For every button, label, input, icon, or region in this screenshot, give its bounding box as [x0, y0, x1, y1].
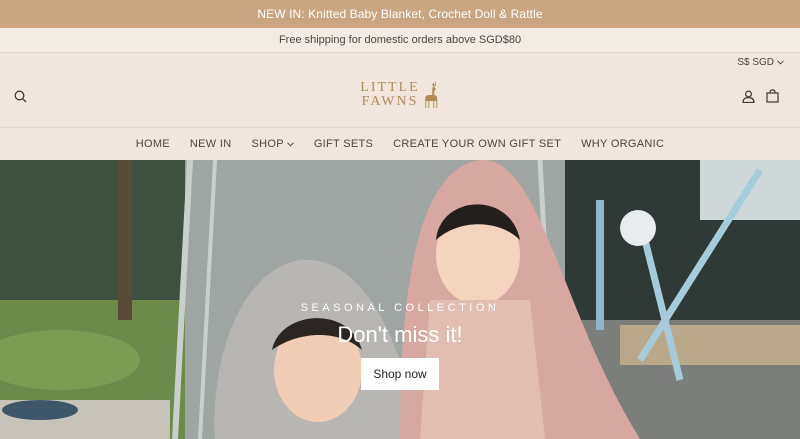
hero-banner[interactable]: SEASONAL COLLECTION Don't miss it! Shop …	[0, 160, 800, 439]
account-button[interactable]	[742, 90, 758, 106]
site-logo[interactable]: LITTLE FAWNS	[360, 81, 439, 109]
nav-item-why-organic[interactable]: WHY ORGANIC	[581, 138, 664, 150]
shipping-bar: Free shipping for domestic orders above …	[0, 28, 800, 53]
nav-item-create-gift-set[interactable]: CREATE YOUR OWN GIFT SET	[393, 138, 561, 150]
nav-item-shop[interactable]: SHOP	[251, 138, 294, 150]
nav-item-label[interactable]: NEW IN	[190, 138, 232, 150]
announcement-bar[interactable]: NEW IN: Knitted Baby Blanket, Crochet Do…	[0, 0, 800, 28]
fawn-logo-icon	[425, 82, 438, 108]
site-header: S$ SGD LITTLE FAWNS	[0, 53, 800, 127]
cart-button[interactable]	[766, 89, 782, 105]
nav-item-label[interactable]: GIFT SETS	[314, 138, 373, 150]
logo-text: LITTLE FAWNS	[360, 81, 419, 109]
search-button[interactable]	[14, 90, 30, 106]
main-navigation: HOME NEW IN SHOP GIFT SETS CREATE YOUR O…	[0, 127, 800, 160]
nav-item-label[interactable]: CREATE YOUR OWN GIFT SET	[393, 138, 561, 150]
nav-item-home[interactable]: HOME	[136, 138, 170, 150]
nav-item-label[interactable]: WHY ORGANIC	[581, 138, 664, 150]
nav-item-new-in[interactable]: NEW IN	[190, 138, 232, 150]
currency-label[interactable]: S$ SGD	[737, 57, 774, 68]
currency-selector[interactable]: S$ SGD	[737, 57, 784, 68]
hero-image	[0, 160, 800, 439]
chevron-down-icon	[777, 60, 784, 65]
shipping-text: Free shipping for domestic orders above …	[278, 34, 522, 46]
logo-line-2: FAWNS	[361, 94, 419, 109]
hero-content: SEASONAL COLLECTION Don't miss it! Shop …	[0, 302, 800, 390]
hero-title: Don't miss it!	[337, 322, 463, 347]
nav-item-label[interactable]: SHOP	[251, 138, 283, 150]
cart-icon	[766, 89, 779, 103]
chevron-down-icon	[286, 141, 294, 147]
hero-eyebrow: SEASONAL COLLECTION	[300, 302, 500, 314]
logo-line-1: LITTLE	[360, 80, 420, 95]
nav-item-gift-sets[interactable]: GIFT SETS	[314, 138, 373, 150]
shop-now-button[interactable]: Shop now	[361, 358, 439, 390]
nav-item-label[interactable]: HOME	[136, 138, 170, 150]
account-icon	[742, 90, 755, 104]
search-icon	[14, 90, 27, 103]
announcement-text[interactable]: NEW IN: Knitted Baby Blanket, Crochet Do…	[257, 7, 542, 21]
